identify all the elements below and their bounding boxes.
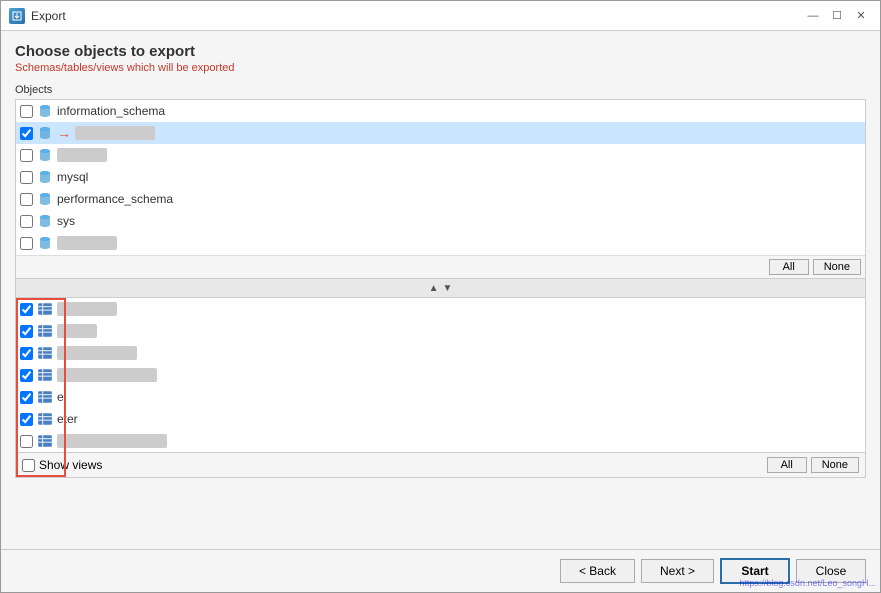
schema-checkbox-6[interactable] [20, 215, 33, 228]
db-icon [37, 170, 53, 184]
table-icon [37, 434, 53, 448]
schema-checkbox-1[interactable] [20, 105, 33, 118]
back-button[interactable]: < Back [560, 559, 635, 583]
table-icon [37, 412, 53, 426]
schemas-none-button[interactable]: None [813, 259, 861, 275]
db-icon [37, 236, 53, 250]
show-views-checkbox[interactable] [22, 459, 35, 472]
table-checkbox-5[interactable] [20, 391, 33, 404]
table-icon [37, 302, 53, 316]
schema-label-6: sys [57, 214, 75, 228]
table-checkbox-3[interactable] [20, 347, 33, 360]
close-window-button[interactable]: ✕ [850, 6, 872, 26]
table-checkbox-2[interactable] [20, 325, 33, 338]
schema-label-2 [75, 126, 155, 140]
schema-label-5: performance_schema [57, 192, 173, 206]
table-checkbox-1[interactable] [20, 303, 33, 316]
schema-checkbox-5[interactable] [20, 193, 33, 206]
watermark: https://blog.csdn.net/Leo_songH... [739, 578, 876, 588]
schemas-list-scroll[interactable]: information_schema → [16, 100, 865, 255]
show-views-label: Show views [39, 458, 102, 472]
schemas-list-container: information_schema → [15, 99, 866, 279]
tables-none-button[interactable]: None [811, 457, 859, 473]
page-subtitle: Schemas/tables/views which will be expor… [15, 62, 866, 74]
main-area: Objects informat [15, 84, 866, 537]
tables-list-scroll[interactable]: el e [16, 298, 865, 452]
table-label-4 [57, 368, 157, 382]
table-icon [37, 324, 53, 338]
table-label-2 [57, 324, 97, 338]
show-views-left: Show views [22, 458, 102, 472]
schema-label-1: information_schema [57, 104, 165, 118]
list-item[interactable] [16, 430, 865, 452]
table-label-5: el [57, 390, 66, 404]
page-title: Choose objects to export [15, 43, 866, 60]
tables-list-container: el e [15, 297, 866, 478]
objects-label: Objects [15, 84, 866, 96]
down-arrow-icon: ▼ [443, 283, 453, 294]
table-label-3 [57, 346, 137, 360]
schema-checkbox-2[interactable] [20, 127, 33, 140]
schemas-all-button[interactable]: All [769, 259, 809, 275]
list-item[interactable] [16, 232, 865, 254]
list-item[interactable] [16, 298, 865, 320]
table-label-1 [57, 302, 117, 316]
divider-arrows: ▲ ▼ [429, 283, 453, 294]
show-views-row: Show views All None [16, 452, 865, 477]
next-button[interactable]: Next > [641, 559, 714, 583]
schema-checkbox-4[interactable] [20, 171, 33, 184]
db-icon [37, 104, 53, 118]
list-item[interactable] [16, 320, 865, 342]
up-arrow-icon: ▲ [429, 283, 439, 294]
list-item[interactable]: el [16, 386, 865, 408]
schemas-list-buttons: All None [16, 255, 865, 278]
schema-label-7 [57, 236, 117, 250]
list-item[interactable]: → [16, 122, 865, 144]
maximize-button[interactable]: ☐ [826, 6, 848, 26]
table-checkbox-6[interactable] [20, 413, 33, 426]
table-icon [37, 390, 53, 404]
content-area: Choose objects to export Schemas/tables/… [1, 31, 880, 549]
db-icon [37, 148, 53, 162]
tables-section: el e [15, 297, 866, 457]
title-bar: Export — ☐ ✕ [1, 1, 880, 31]
export-window: Export — ☐ ✕ Choose objects to export Sc… [0, 0, 881, 593]
table-label-7 [57, 434, 167, 448]
schema-label-3 [57, 148, 107, 162]
list-item[interactable] [16, 144, 865, 166]
schema-checkbox-3[interactable] [20, 149, 33, 162]
db-icon [37, 126, 53, 140]
list-item[interactable]: performance_schema [16, 188, 865, 210]
export-icon [9, 8, 25, 24]
divider-area[interactable]: ▲ ▼ [15, 279, 866, 297]
db-icon [37, 214, 53, 228]
title-controls: — ☐ ✕ [802, 6, 872, 26]
schema-checkbox-7[interactable] [20, 237, 33, 250]
tables-list-buttons: All None [767, 457, 859, 473]
table-icon [37, 368, 53, 382]
schemas-section: Objects informat [15, 84, 866, 279]
title-bar-left: Export [9, 8, 66, 24]
footer: < Back Next > Start Close https://blog.c… [1, 549, 880, 592]
table-label-6: eter [57, 412, 78, 426]
list-item[interactable] [16, 342, 865, 364]
db-icon [37, 192, 53, 206]
table-checkbox-4[interactable] [20, 369, 33, 382]
tables-all-button[interactable]: All [767, 457, 807, 473]
schema-label-4: mysql [57, 170, 88, 184]
table-checkbox-7[interactable] [20, 435, 33, 448]
red-arrow-icon: → [57, 125, 71, 141]
list-item[interactable] [16, 364, 865, 386]
list-item[interactable]: information_schema [16, 100, 865, 122]
list-item[interactable]: mysql [16, 166, 865, 188]
table-icon [37, 346, 53, 360]
minimize-button[interactable]: — [802, 6, 824, 26]
window-title: Export [31, 9, 66, 23]
list-item[interactable]: eter [16, 408, 865, 430]
list-item[interactable]: sys [16, 210, 865, 232]
